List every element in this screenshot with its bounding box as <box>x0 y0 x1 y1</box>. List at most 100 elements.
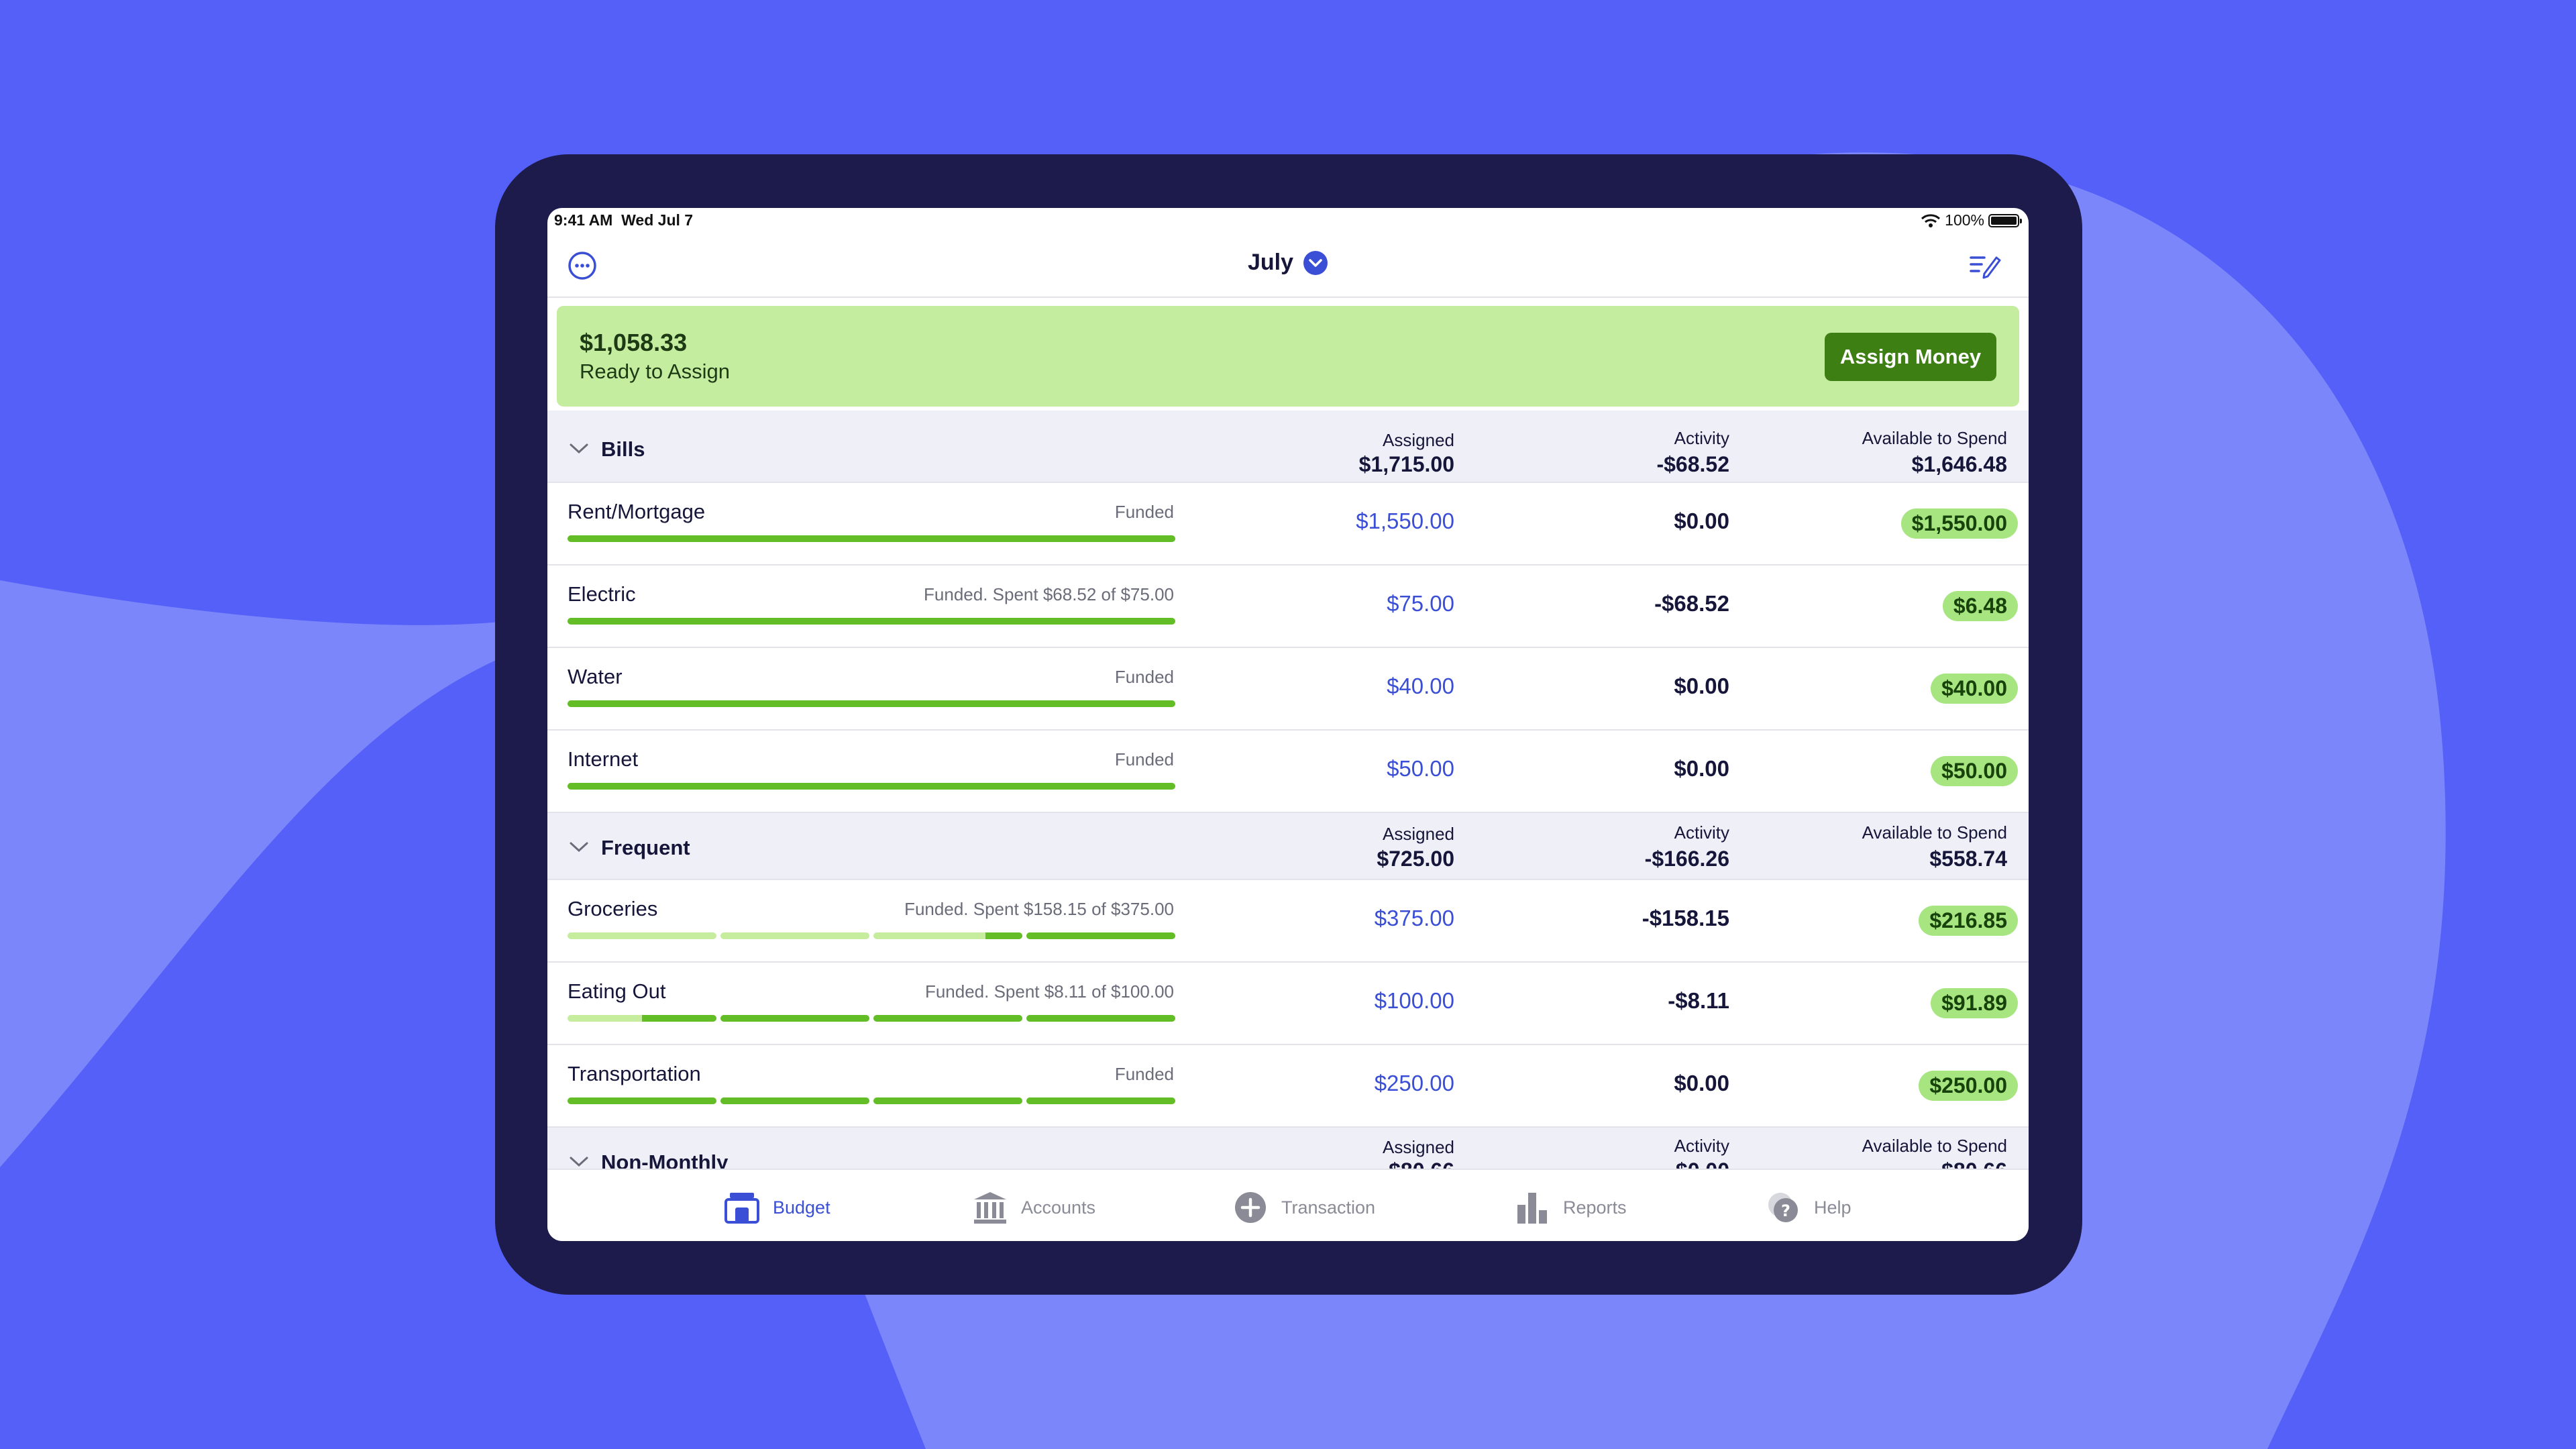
group-activity: -$166.26 <box>1644 847 1729 871</box>
available-column-label: Available to Spend <box>1862 1136 2007 1156</box>
progress-fill <box>1026 1015 1175 1022</box>
wifi-icon <box>1921 213 1941 227</box>
progress-segment <box>568 932 716 939</box>
battery-icon <box>1988 213 2022 227</box>
category-status: Funded. Spent $158.15 of $375.00 <box>904 899 1174 919</box>
progress-fill <box>985 932 1022 939</box>
category-available-pill[interactable]: $216.85 <box>1919 906 2018 936</box>
group-available: $558.74 <box>1929 847 2007 871</box>
category-name: Water <box>568 665 623 688</box>
category-assigned[interactable]: $1,550.00 <box>1356 508 1454 534</box>
category-available-pill[interactable]: $6.48 <box>1942 591 2018 621</box>
status-date: Wed Jul 7 <box>621 211 694 229</box>
nav-bar: July <box>547 232 2029 298</box>
progress-bar <box>568 1097 1175 1104</box>
progress-segment <box>873 1097 1022 1104</box>
progress-fill <box>720 1015 869 1022</box>
status-clock: 9:41 AM <box>554 211 613 229</box>
progress-fill <box>568 1097 716 1104</box>
category-activity: -$68.52 <box>1654 591 1729 616</box>
activity-column-label: Activity <box>1674 822 1729 843</box>
progress-segment <box>720 1097 869 1104</box>
progress-segment <box>568 700 1175 707</box>
chevron-down-icon <box>1303 250 1328 275</box>
category-row[interactable]: Transportation Funded $250.00 $0.00 $250… <box>547 1045 2029 1128</box>
progress-bar <box>568 535 1175 542</box>
help-bubble-icon: ? <box>1768 1193 1798 1222</box>
category-name: Groceries <box>568 897 658 920</box>
battery-percent: 100% <box>1945 211 1984 229</box>
tab-help[interactable]: ? Help <box>1764 1190 1851 1225</box>
tab-reports[interactable]: Reports <box>1513 1190 1627 1225</box>
tab-transaction[interactable]: Transaction <box>1232 1190 1375 1225</box>
group-assigned: $1,715.00 <box>1358 452 1454 476</box>
tab-label: Help <box>1814 1197 1851 1218</box>
category-available-pill[interactable]: $1,550.00 <box>1900 508 2018 539</box>
progress-bar <box>568 618 1175 625</box>
category-assigned[interactable]: $75.00 <box>1387 591 1454 616</box>
month-selector[interactable]: July <box>547 250 2029 276</box>
progress-segment <box>720 932 869 939</box>
progress-segment <box>568 1097 716 1104</box>
category-status: Funded. Spent $68.52 of $75.00 <box>924 584 1174 604</box>
category-name: Electric <box>568 582 636 606</box>
category-name: Rent/Mortgage <box>568 500 706 523</box>
category-assigned[interactable]: $250.00 <box>1375 1071 1454 1096</box>
category-available-pill[interactable]: $40.00 <box>1931 674 2018 704</box>
category-assigned[interactable]: $50.00 <box>1387 756 1454 782</box>
category-available-pill[interactable]: $250.00 <box>1919 1071 2018 1101</box>
tab-label: Budget <box>773 1197 830 1218</box>
progress-fill <box>642 1015 716 1022</box>
category-row[interactable]: Rent/Mortgage Funded $1,550.00 $0.00 $1,… <box>547 483 2029 566</box>
category-row[interactable]: Groceries Funded. Spent $158.15 of $375.… <box>547 880 2029 963</box>
progress-bar <box>568 783 1175 790</box>
category-available-pill[interactable]: $50.00 <box>1931 756 2018 786</box>
progress-segment <box>1026 932 1175 939</box>
progress-segment <box>873 1015 1022 1022</box>
category-row[interactable]: Water Funded $40.00 $0.00 $40.00 <box>547 648 2029 731</box>
tab-budget[interactable]: Budget <box>723 1190 830 1225</box>
chevron-down-icon <box>570 1157 588 1167</box>
available-column-label: Available to Spend <box>1862 428 2007 448</box>
category-row[interactable]: Internet Funded $50.00 $0.00 $50.00 <box>547 731 2029 813</box>
progress-fill <box>568 700 1175 707</box>
progress-fill <box>873 1015 1022 1022</box>
progress-fill <box>1026 1097 1175 1104</box>
progress-fill <box>1026 932 1175 939</box>
tab-accounts[interactable]: Accounts <box>971 1190 1095 1225</box>
budget-icon <box>724 1193 759 1224</box>
group-available: $1,646.48 <box>1911 452 2007 476</box>
chevron-down-icon <box>570 443 588 454</box>
category-row[interactable]: Eating Out Funded. Spent $8.11 of $100.0… <box>547 963 2029 1045</box>
category-assigned[interactable]: $375.00 <box>1375 906 1454 931</box>
progress-segment <box>568 1015 716 1022</box>
progress-fill <box>568 783 1175 790</box>
category-activity: $0.00 <box>1674 756 1729 781</box>
activity-column-label: Activity <box>1674 1136 1729 1156</box>
group-header-frequent[interactable]: Frequent Assigned $725.00 Activity -$166… <box>547 813 2029 880</box>
group-name: Frequent <box>601 836 690 859</box>
category-activity: $0.00 <box>1674 508 1729 533</box>
tab-label: Transaction <box>1281 1197 1376 1218</box>
bank-icon <box>974 1192 1006 1224</box>
category-assigned[interactable]: $100.00 <box>1375 988 1454 1014</box>
category-activity: $0.00 <box>1674 674 1729 698</box>
plus-circle-icon <box>1235 1192 1266 1223</box>
progress-bar <box>568 932 1175 939</box>
group-header-bills[interactable]: Bills Assigned $1,715.00 Activity -$68.5… <box>547 411 2029 483</box>
status-indicators: 100% <box>1921 211 2022 229</box>
category-row[interactable]: Electric Funded. Spent $68.52 of $75.00 … <box>547 566 2029 648</box>
progress-segment <box>568 618 1175 625</box>
bar-chart-icon <box>1517 1193 1547 1224</box>
edit-list-icon[interactable] <box>1970 252 2002 279</box>
progress-fill <box>720 1097 869 1104</box>
category-assigned[interactable]: $40.00 <box>1387 674 1454 699</box>
progress-segment <box>568 783 1175 790</box>
progress-bar <box>568 1015 1175 1022</box>
month-title: July <box>1247 250 1294 275</box>
assign-money-button[interactable]: Assign Money <box>1825 333 1996 381</box>
category-available-pill[interactable]: $91.89 <box>1931 988 2018 1018</box>
category-status: Funded <box>1114 749 1174 769</box>
progress-fill <box>873 1097 1022 1104</box>
activity-column-label: Activity <box>1674 428 1729 448</box>
